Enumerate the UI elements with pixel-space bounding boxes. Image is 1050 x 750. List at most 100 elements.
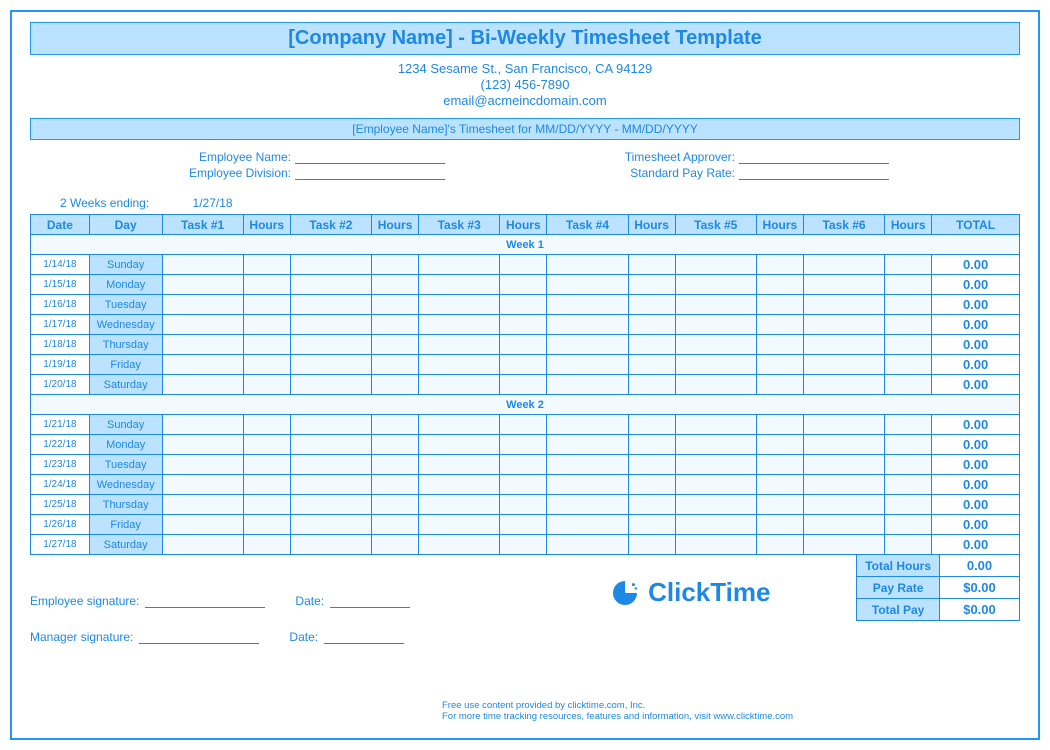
- task-cell[interactable]: [419, 255, 500, 275]
- task-cell[interactable]: [419, 335, 500, 355]
- hours-cell[interactable]: [243, 515, 290, 535]
- hours-cell[interactable]: [243, 255, 290, 275]
- hours-cell[interactable]: [628, 315, 675, 335]
- task-cell[interactable]: [162, 415, 243, 435]
- task-cell[interactable]: [547, 515, 628, 535]
- hours-cell[interactable]: [243, 535, 290, 555]
- hours-cell[interactable]: [628, 355, 675, 375]
- hours-cell[interactable]: [372, 475, 419, 495]
- hours-cell[interactable]: [756, 415, 803, 435]
- emp-sig-date-field[interactable]: [330, 594, 410, 608]
- hours-cell[interactable]: [885, 455, 932, 475]
- hours-cell[interactable]: [628, 515, 675, 535]
- task-cell[interactable]: [162, 355, 243, 375]
- task-cell[interactable]: [675, 315, 756, 335]
- task-cell[interactable]: [162, 515, 243, 535]
- task-cell[interactable]: [675, 335, 756, 355]
- task-cell[interactable]: [547, 295, 628, 315]
- task-cell[interactable]: [675, 355, 756, 375]
- task-cell[interactable]: [419, 515, 500, 535]
- hours-cell[interactable]: [372, 495, 419, 515]
- task-cell[interactable]: [803, 315, 884, 335]
- hours-cell[interactable]: [756, 315, 803, 335]
- hours-cell[interactable]: [756, 295, 803, 315]
- hours-cell[interactable]: [500, 475, 547, 495]
- task-cell[interactable]: [547, 435, 628, 455]
- hours-cell[interactable]: [885, 495, 932, 515]
- manager-signature-field[interactable]: [139, 630, 259, 644]
- task-cell[interactable]: [803, 255, 884, 275]
- task-cell[interactable]: [162, 495, 243, 515]
- hours-cell[interactable]: [500, 495, 547, 515]
- hours-cell[interactable]: [243, 275, 290, 295]
- hours-cell[interactable]: [628, 375, 675, 395]
- hours-cell[interactable]: [243, 315, 290, 335]
- task-cell[interactable]: [547, 455, 628, 475]
- task-cell[interactable]: [675, 515, 756, 535]
- hours-cell[interactable]: [372, 435, 419, 455]
- hours-cell[interactable]: [628, 335, 675, 355]
- task-cell[interactable]: [803, 375, 884, 395]
- task-cell[interactable]: [419, 475, 500, 495]
- hours-cell[interactable]: [885, 295, 932, 315]
- task-cell[interactable]: [162, 535, 243, 555]
- hours-cell[interactable]: [756, 375, 803, 395]
- task-cell[interactable]: [290, 515, 371, 535]
- hours-cell[interactable]: [628, 495, 675, 515]
- hours-cell[interactable]: [756, 255, 803, 275]
- task-cell[interactable]: [547, 415, 628, 435]
- task-cell[interactable]: [547, 475, 628, 495]
- employee-name-field[interactable]: [295, 150, 445, 164]
- task-cell[interactable]: [675, 495, 756, 515]
- task-cell[interactable]: [162, 375, 243, 395]
- hours-cell[interactable]: [500, 535, 547, 555]
- task-cell[interactable]: [419, 295, 500, 315]
- hours-cell[interactable]: [628, 255, 675, 275]
- payrate-field[interactable]: [739, 166, 889, 180]
- task-cell[interactable]: [803, 335, 884, 355]
- task-cell[interactable]: [162, 335, 243, 355]
- task-cell[interactable]: [675, 475, 756, 495]
- task-cell[interactable]: [803, 535, 884, 555]
- hours-cell[interactable]: [372, 355, 419, 375]
- task-cell[interactable]: [675, 535, 756, 555]
- task-cell[interactable]: [290, 335, 371, 355]
- hours-cell[interactable]: [372, 315, 419, 335]
- task-cell[interactable]: [419, 375, 500, 395]
- task-cell[interactable]: [162, 275, 243, 295]
- task-cell[interactable]: [547, 535, 628, 555]
- hours-cell[interactable]: [243, 375, 290, 395]
- hours-cell[interactable]: [756, 535, 803, 555]
- hours-cell[interactable]: [372, 455, 419, 475]
- hours-cell[interactable]: [500, 335, 547, 355]
- task-cell[interactable]: [803, 455, 884, 475]
- task-cell[interactable]: [290, 275, 371, 295]
- hours-cell[interactable]: [885, 375, 932, 395]
- task-cell[interactable]: [419, 495, 500, 515]
- hours-cell[interactable]: [885, 435, 932, 455]
- task-cell[interactable]: [675, 295, 756, 315]
- task-cell[interactable]: [803, 415, 884, 435]
- hours-cell[interactable]: [756, 495, 803, 515]
- task-cell[interactable]: [547, 275, 628, 295]
- hours-cell[interactable]: [500, 295, 547, 315]
- hours-cell[interactable]: [628, 275, 675, 295]
- hours-cell[interactable]: [372, 295, 419, 315]
- task-cell[interactable]: [803, 295, 884, 315]
- task-cell[interactable]: [547, 355, 628, 375]
- hours-cell[interactable]: [756, 355, 803, 375]
- hours-cell[interactable]: [243, 295, 290, 315]
- task-cell[interactable]: [675, 435, 756, 455]
- hours-cell[interactable]: [372, 335, 419, 355]
- hours-cell[interactable]: [885, 335, 932, 355]
- task-cell[interactable]: [419, 315, 500, 335]
- task-cell[interactable]: [419, 455, 500, 475]
- task-cell[interactable]: [419, 535, 500, 555]
- task-cell[interactable]: [290, 295, 371, 315]
- task-cell[interactable]: [419, 355, 500, 375]
- hours-cell[interactable]: [628, 295, 675, 315]
- task-cell[interactable]: [162, 315, 243, 335]
- hours-cell[interactable]: [756, 475, 803, 495]
- hours-cell[interactable]: [628, 435, 675, 455]
- task-cell[interactable]: [162, 475, 243, 495]
